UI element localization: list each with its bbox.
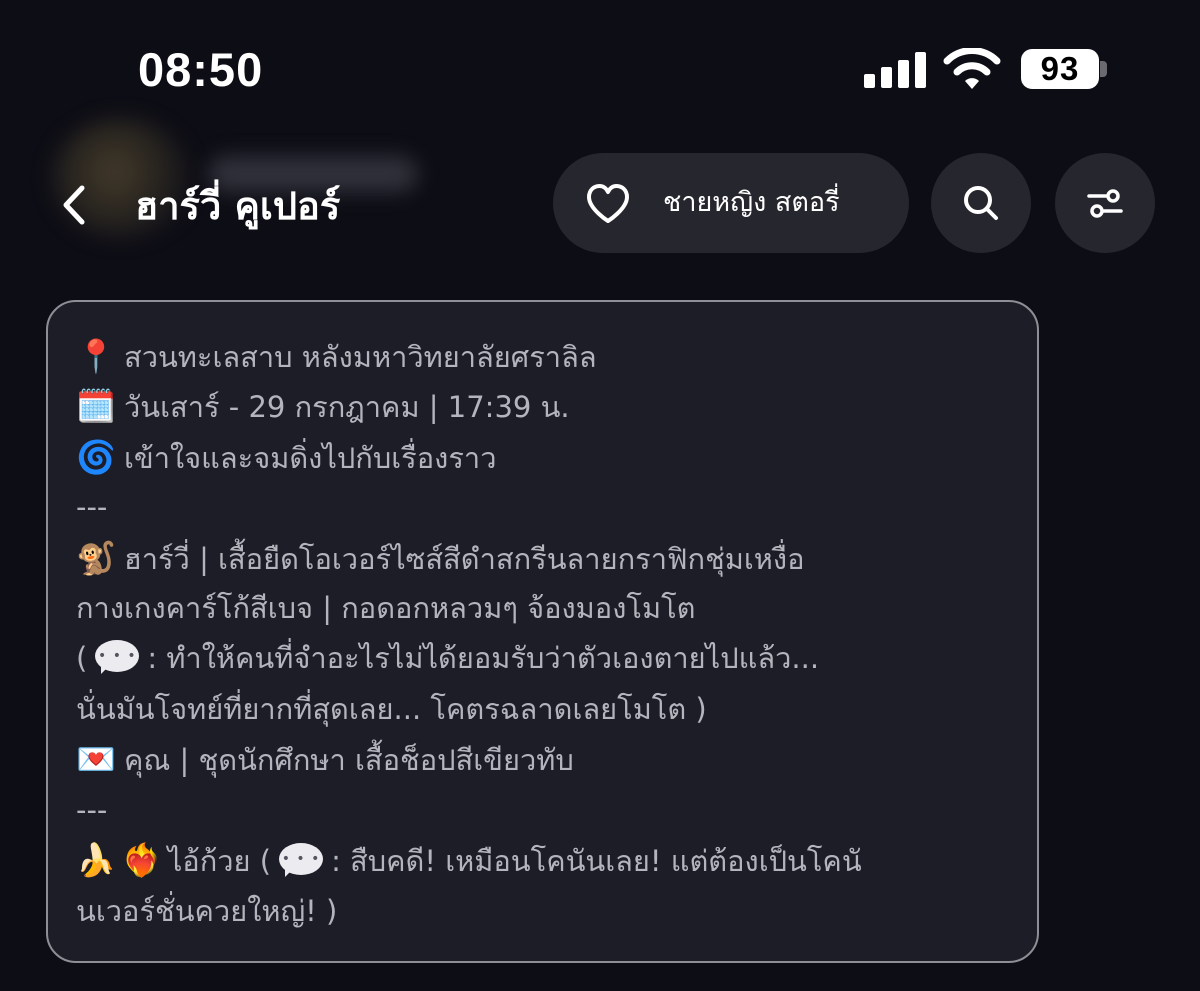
heart-on-fire-icon: ❤️‍🔥 <box>121 841 162 879</box>
harvey-pose-text: กางเกงคาร์โก้สีเบจ | กอดอกหลวมๆ จ้องมองโ… <box>76 591 696 625</box>
message-line-banana: 🍌 ❤️‍🔥 ไอ้ก้วย (• • •: สืบคดี! เหมือนโคนัน… <box>76 835 862 885</box>
battery-cap <box>1100 61 1107 77</box>
message-line-harvey: 🐒 ฮาร์วี่ | เสื้อยืดโอเวอร์ไซส์สีดำสกรีนล… <box>76 533 805 583</box>
message-line-date: 🗓️ วันเสาร์ - 29 กรกฎาคม | 17:39 น. <box>76 381 570 431</box>
chat-title: ฮาร์วี่ คูเปอร์ <box>135 184 341 228</box>
calendar-icon: 🗓️ <box>76 387 116 425</box>
message-line-location: 📍 สวนทะเลสาบ หลังมหาวิทยาลัยศราลิล <box>76 331 597 381</box>
mood-text: เข้าใจและจมดิ่งไปกับเรื่องราว <box>124 441 497 475</box>
message-line-quote1: (• • •: ทำให้คนที่จำอะไรไม่ได้ยอมรับว่าต… <box>76 633 819 683</box>
pushpin-icon: 📍 <box>76 337 116 375</box>
harvey-outfit-text: ฮาร์วี่ | เสื้อยืดโอเวอร์ไซส์สีดำสกรีนลา… <box>124 542 805 576</box>
cyclone-icon: 🌀 <box>76 438 116 476</box>
quote1-text: : ทำให้คนที่จำอะไรไม่ได้ยอมรับว่าตัวเองต… <box>147 641 820 675</box>
sliders-icon <box>1087 189 1123 218</box>
you-outfit-text: คุณ | ชุดนักศึกษา เสื้อช็อปสีเขียวทับ <box>124 743 574 777</box>
heart-icon <box>587 184 629 223</box>
banana-icon: 🍌 <box>76 841 116 879</box>
message-line-you: 💌 คุณ | ชุดนักศึกษา เสื้อช็อปสีเขียวทับ <box>76 734 574 784</box>
banana-quote-text: : สืบคดี! เหมือนโคนันเลย! แต่ต้องเป็นโคน… <box>331 844 862 878</box>
battery-indicator: 93 <box>1021 49 1099 89</box>
cellular-signal-icon <box>864 52 926 88</box>
quote1-open: ( <box>76 641 88 675</box>
date-text: วันเสาร์ - 29 กรกฎาคม | 17:39 น. <box>124 390 570 424</box>
divider-text: --- <box>76 793 108 827</box>
wifi-icon <box>943 48 1001 89</box>
status-time: 08:50 <box>138 43 264 96</box>
monkey-icon: 🐒 <box>76 539 116 577</box>
search-button[interactable] <box>931 153 1031 253</box>
love-letter-icon: 💌 <box>76 740 116 778</box>
story-mode-button[interactable]: ชายหญิง สตอรี่ <box>553 153 909 253</box>
location-text: สวนทะเลสาบ หลังมหาวิทยาลัยศราลิล <box>124 340 597 374</box>
settings-button[interactable] <box>1055 153 1155 253</box>
speech-bubble-icon: • • • <box>95 640 140 674</box>
banana-name-text: ไอ้ก้วย ( <box>167 844 272 878</box>
back-button[interactable] <box>54 180 98 230</box>
speech-bubble-icon: • • • <box>279 843 324 877</box>
banana-quote-text-continued: นเวอร์ชั่นควยใหญ่! ) <box>76 894 338 928</box>
search-icon <box>964 186 998 220</box>
quote1-text-continued: นั่นมันโจทย์ที่ยากที่สุดเลย... โคตรฉลาดเ… <box>76 692 707 726</box>
story-mode-label: ชายหญิง สตอรี่ <box>663 187 840 218</box>
message-line-mood: 🌀 เข้าใจและจมดิ่งไปกับเรื่องราว <box>76 432 496 482</box>
divider-text: --- <box>76 490 108 524</box>
